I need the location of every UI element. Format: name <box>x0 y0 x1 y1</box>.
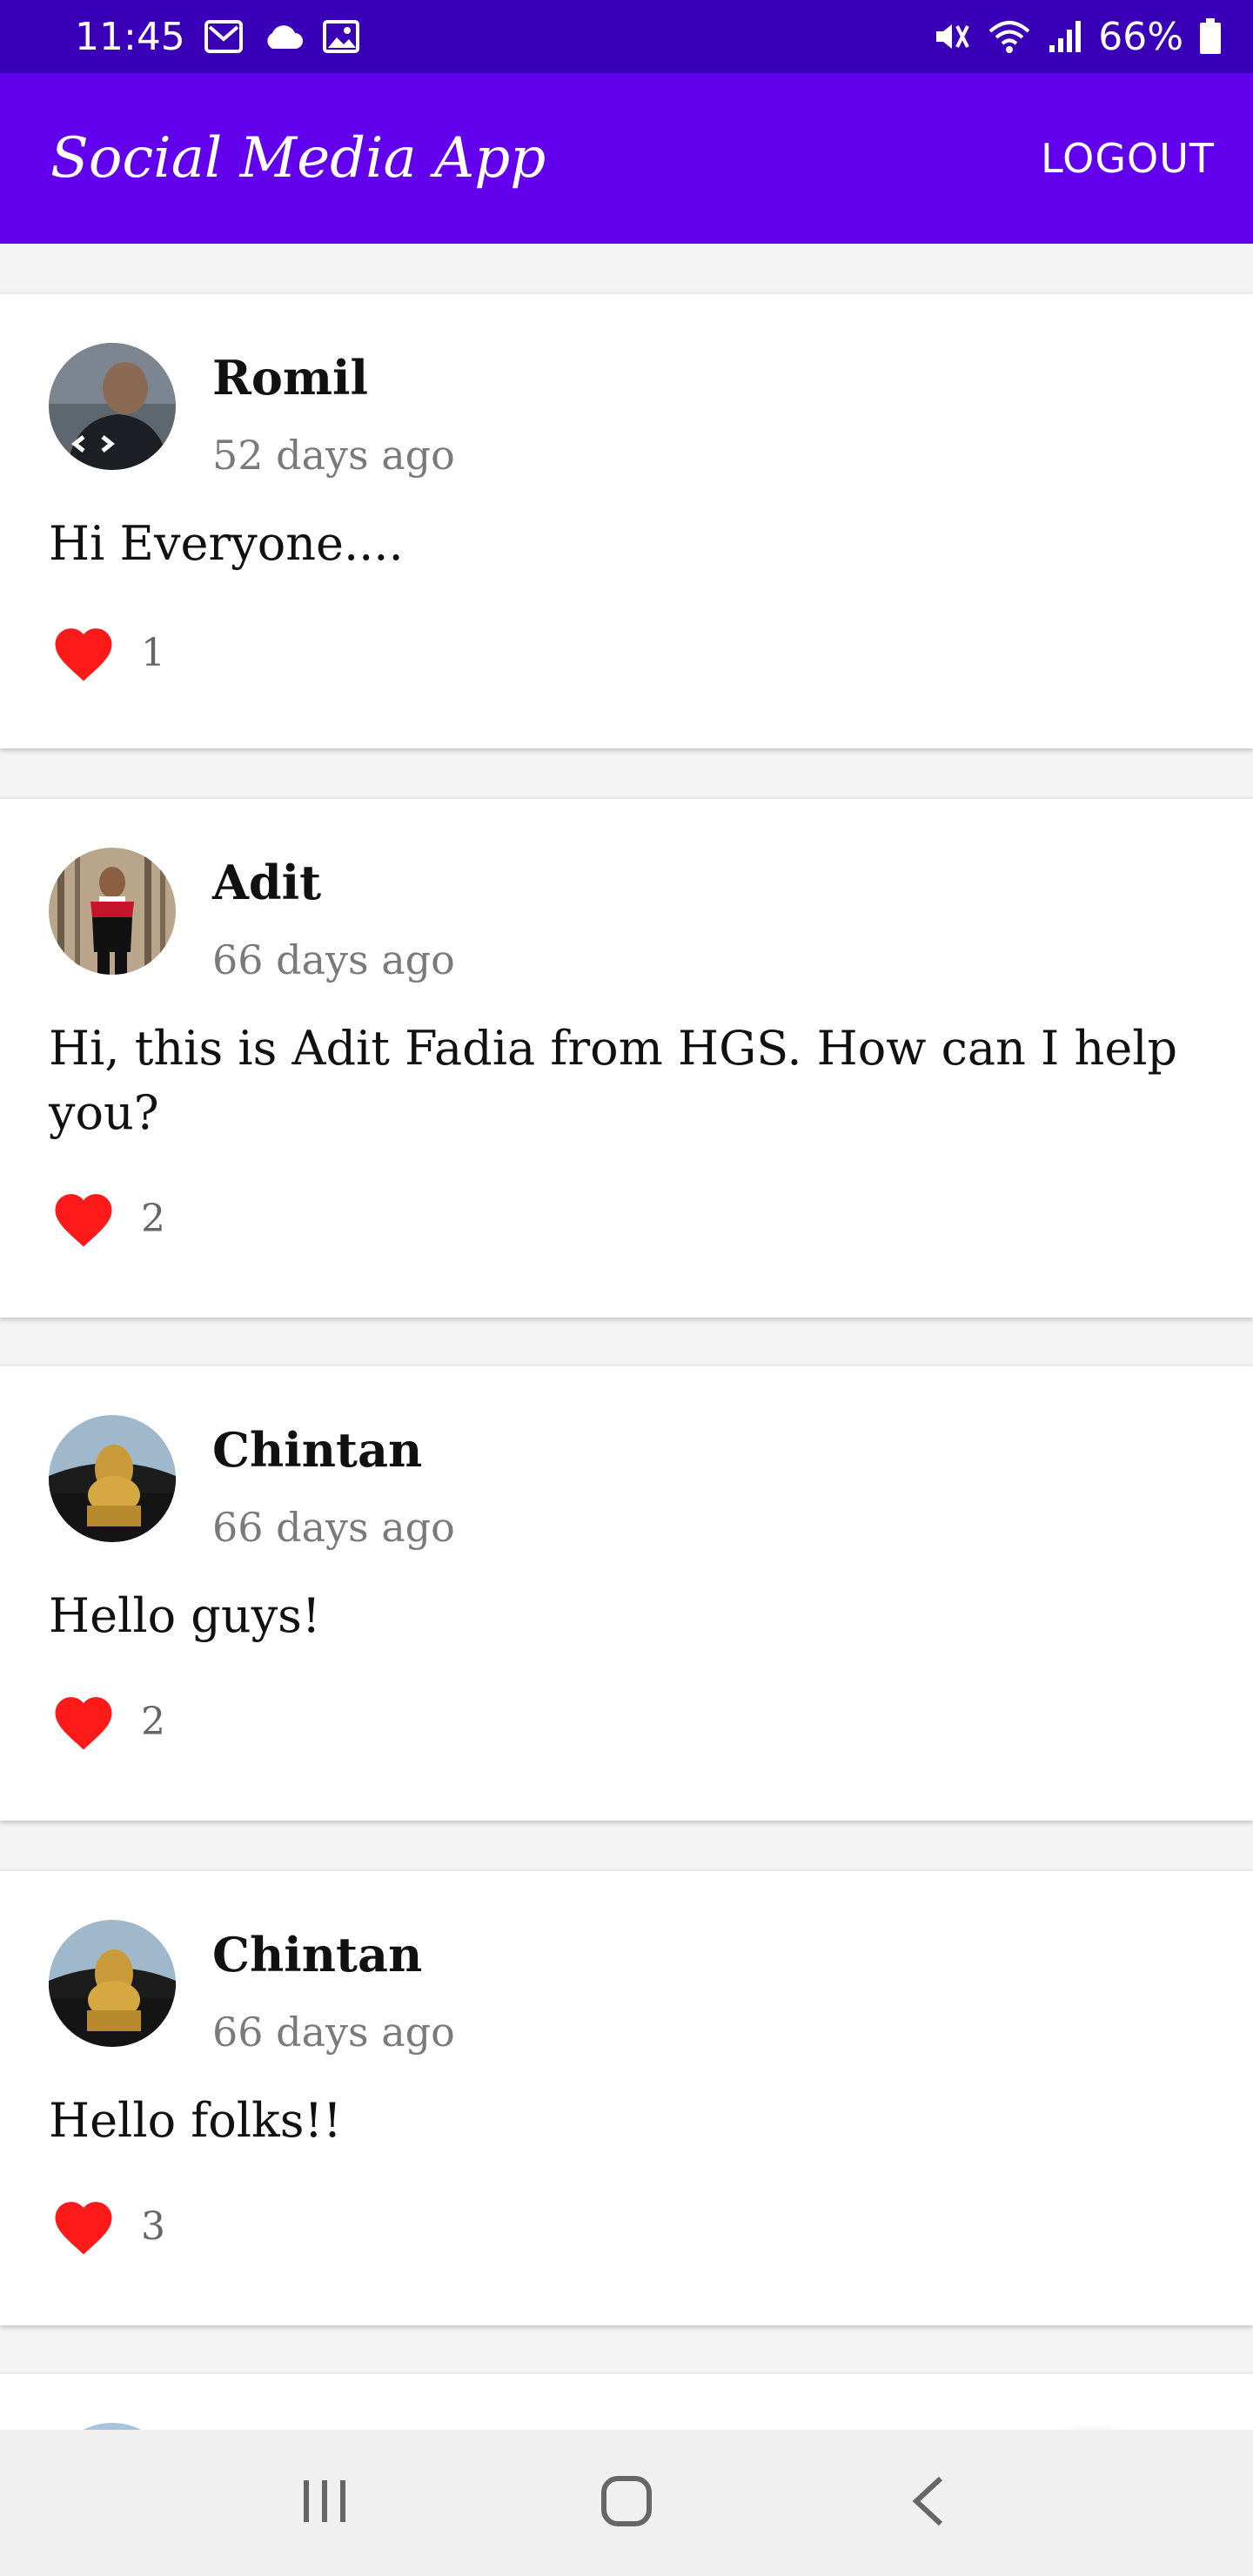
heart-icon[interactable] <box>50 623 117 682</box>
post-card: Chintan 66 days ago Hello folks!! 3 <box>0 1869 1253 2325</box>
heart-icon[interactable] <box>50 1189 117 1248</box>
status-bar: 11:45 66% <box>0 0 1253 73</box>
battery-icon <box>1199 18 1222 55</box>
avatar[interactable] <box>49 343 176 470</box>
post-time: 66 days ago <box>212 2009 455 2056</box>
post-author: Adit <box>212 855 322 910</box>
heart-icon[interactable] <box>50 1692 117 1751</box>
back-button[interactable] <box>876 2451 981 2555</box>
post-card: Chintan 66 days ago Hello guys! 2 <box>0 1365 1253 1821</box>
like-row: 2 <box>50 1189 165 1248</box>
app-bar: Social Media App LOGOUT <box>0 73 1253 244</box>
post-time: 52 days ago <box>212 432 455 479</box>
system-nav-bar <box>0 2430 1253 2576</box>
post-feed[interactable]: Romil 52 days ago Hi Everyone.... 1 Adit… <box>0 244 1253 2430</box>
cloud-icon <box>262 23 304 50</box>
post-author: Chintan <box>212 1927 423 1982</box>
mail-icon <box>204 20 243 53</box>
post-card: Adit 66 days ago Hi, this is Adit Fadia … <box>0 797 1253 1318</box>
wifi-icon <box>987 19 1032 54</box>
home-icon <box>600 2475 653 2531</box>
status-time: 11:45 <box>75 14 185 59</box>
post-card <box>0 2372 1253 2430</box>
post-time: 66 days ago <box>212 936 455 983</box>
post-text: Hi Everyone.... <box>49 516 404 571</box>
like-count: 1 <box>141 630 165 675</box>
battery-percent: 66% <box>1098 14 1183 59</box>
like-count: 2 <box>141 1699 165 1744</box>
like-count: 3 <box>141 2204 165 2249</box>
mute-icon <box>933 19 971 54</box>
post-text: Hi, this is Adit Fadia from HGS. How can… <box>49 1021 1178 1140</box>
image-icon <box>322 20 359 53</box>
signal-icon <box>1048 19 1082 54</box>
post-card: Romil 52 days ago Hi Everyone.... 1 <box>0 292 1253 748</box>
back-icon <box>909 2475 948 2531</box>
post-text: Hello folks!! <box>49 2093 342 2148</box>
post-author: Romil <box>212 350 369 406</box>
post-text: Hello guys! <box>49 1588 321 1643</box>
recent-apps-icon <box>298 2477 351 2529</box>
recent-apps-button[interactable] <box>272 2451 377 2555</box>
avatar[interactable] <box>49 2423 176 2430</box>
avatar[interactable] <box>49 848 176 975</box>
avatar[interactable] <box>49 1920 176 2047</box>
post-time: 66 days ago <box>212 1504 455 1551</box>
home-button[interactable] <box>574 2451 679 2555</box>
logout-button[interactable]: LOGOUT <box>1041 135 1215 182</box>
like-row: 1 <box>50 623 165 682</box>
avatar[interactable] <box>49 1415 176 1542</box>
like-row: 2 <box>50 1692 165 1751</box>
app-title: Social Media App <box>50 126 546 191</box>
post-author: Chintan <box>212 1422 423 1478</box>
like-count: 2 <box>141 1196 165 1241</box>
like-row: 3 <box>50 2197 165 2256</box>
heart-icon[interactable] <box>50 2197 117 2256</box>
